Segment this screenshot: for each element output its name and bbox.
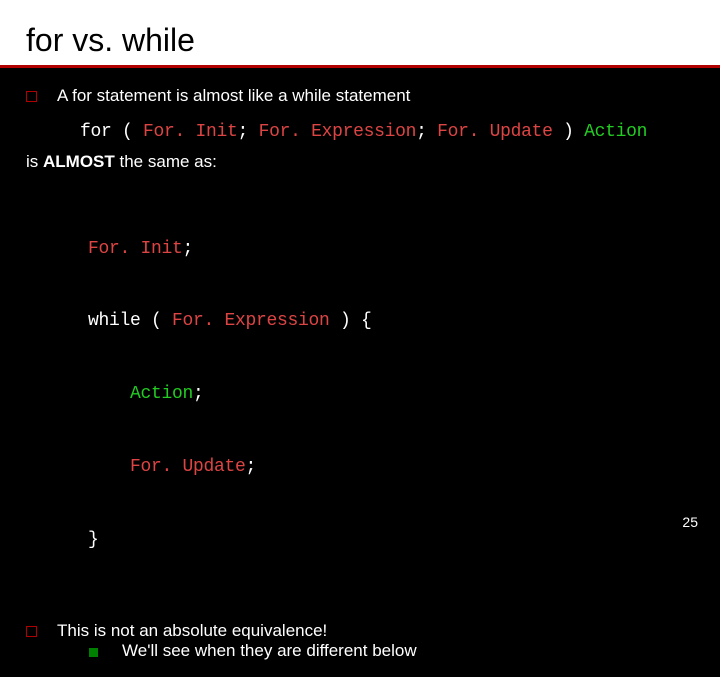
- while-equivalent-block: For. Init; while ( For. Expression ) { A…: [88, 188, 694, 601]
- bullet-2-text: This is not an absolute equivalence!: [57, 621, 417, 641]
- slide-title: for vs. while: [0, 0, 720, 65]
- sub-bullet-1: We'll see when they are different below: [89, 641, 417, 661]
- title-underline: [0, 65, 720, 68]
- almost-line: is ALMOST the same as:: [26, 152, 694, 172]
- bullet-square-icon: [26, 91, 37, 102]
- bullet-2: This is not an absolute equivalence! We'…: [26, 621, 694, 677]
- bullet-1: A for statement is almost like a while s…: [26, 86, 694, 106]
- bullet-1-text: A for statement is almost like a while s…: [57, 86, 410, 106]
- bullet-filled-square-icon: [89, 648, 98, 657]
- page-number: 25: [682, 514, 698, 530]
- slide-content: A for statement is almost like a while s…: [0, 86, 720, 677]
- sub-bullet-1-text: We'll see when they are different below: [122, 641, 417, 661]
- bullet-2-body: This is not an absolute equivalence! We'…: [57, 621, 417, 677]
- bullet-square-icon: [26, 626, 37, 637]
- for-syntax-line: for ( For. Init; For. Expression; For. U…: [80, 122, 694, 142]
